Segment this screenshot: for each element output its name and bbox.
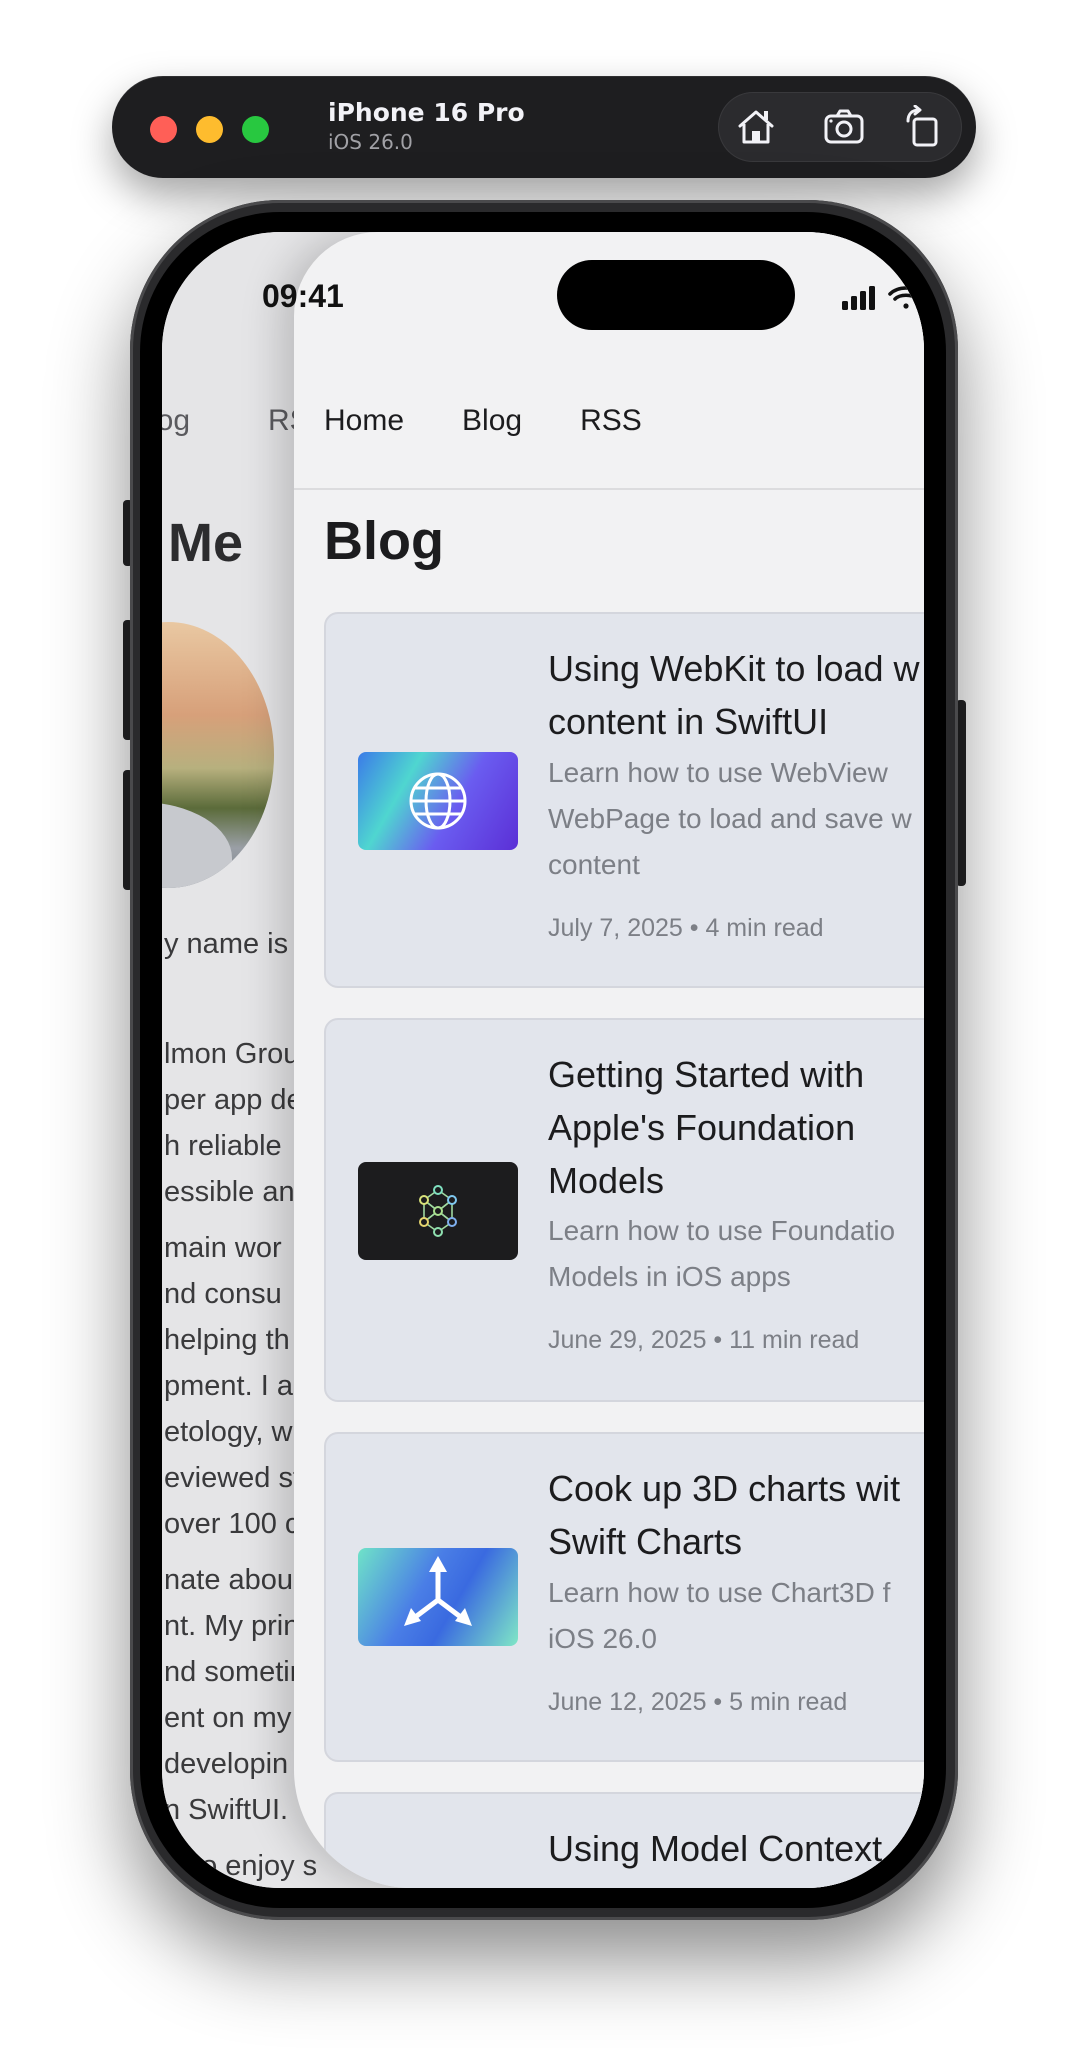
neural-network-icon (419, 1185, 457, 1237)
blog-post-card[interactable]: Using Model Context (324, 1792, 924, 1888)
bio-line: over 100 c (164, 1508, 300, 1540)
bio-line: y name is (164, 928, 289, 960)
post-description: iOS 26.0 (548, 1623, 657, 1654)
post-thumbnail (358, 1162, 518, 1260)
rotate-icon (906, 104, 938, 147)
blog-post-card[interactable]: Cook up 3D charts wit Swift Charts Learn… (324, 1432, 924, 1762)
bio-line: essible an (164, 1176, 295, 1208)
bio-line: per app de (164, 1084, 303, 1116)
bio-line: etology, wh (164, 1416, 309, 1448)
screenshot-icon (824, 109, 864, 144)
minimize-window-button[interactable] (196, 116, 223, 143)
avatar (162, 622, 274, 888)
close-window-button[interactable] (150, 116, 177, 143)
dynamic-island (557, 260, 795, 330)
rotate-button[interactable] (902, 104, 946, 149)
screenshot-button[interactable] (822, 105, 866, 149)
bio-line: developin (164, 1748, 289, 1780)
bio-line: nd consu (164, 1278, 282, 1310)
device-os-version: iOS 26.0 (328, 130, 413, 154)
bio-line: n SwiftUI. (164, 1794, 289, 1826)
post-description: Learn how to use WebView (548, 757, 888, 788)
simulator-tool-group (718, 92, 962, 162)
bio-line: ent on my (164, 1702, 292, 1734)
post-description: Models in iOS apps (548, 1261, 791, 1292)
post-title: Getting Started with (548, 1054, 865, 1095)
nav-item-home[interactable]: Home (324, 404, 404, 437)
post-description: Learn how to use Foundatio (548, 1215, 896, 1246)
bio-line: h reliable (164, 1130, 282, 1162)
bio-line: also enjoy s (164, 1850, 318, 1882)
nav-item-blog[interactable]: Blog (462, 404, 522, 437)
bio-line: nd sometir (164, 1656, 300, 1688)
blog-page: Home Blog RSS Blog Using WebKit to load w (294, 232, 924, 1888)
status-time: 09:41 (262, 278, 344, 314)
post-thumbnail (358, 1548, 518, 1646)
bio-line: lmon Grou (164, 1038, 300, 1070)
post-title: Swift Charts (548, 1521, 743, 1562)
home-button[interactable] (734, 105, 778, 149)
blog-post-card[interactable]: Using WebKit to load w content in SwiftU… (324, 612, 924, 988)
globe-icon (409, 772, 467, 830)
device-name: iPhone 16 Pro (328, 98, 525, 127)
post-thumbnail (358, 752, 518, 850)
post-description: WebPage to load and save w (548, 803, 912, 834)
post-title: Models (548, 1160, 665, 1201)
bg-page-title: Me (168, 513, 244, 573)
bio-line: helping th (164, 1324, 290, 1356)
post-description: content (548, 849, 640, 880)
post-title: Using Model Context (548, 1828, 883, 1869)
post-description: Learn how to use Chart3D f (548, 1577, 891, 1608)
home-icon (738, 110, 774, 144)
post-title: Using WebKit to load w (548, 648, 920, 689)
simulator-toolbar: iPhone 16 Pro iOS 26.0 (112, 76, 976, 178)
bio-line: main wor (164, 1232, 282, 1264)
bio-line: eviewed st (164, 1462, 302, 1494)
post-title: Apple's Foundation (548, 1107, 856, 1148)
3d-axes-icon (404, 1556, 472, 1626)
nav-item-rss[interactable]: RSS (580, 404, 642, 437)
bio-line: pment. I al (164, 1370, 300, 1402)
top-nav: Home Blog RSS (324, 404, 700, 438)
post-title: content in SwiftUI (548, 701, 829, 742)
post-meta: July 7, 2025 • 4 min read (548, 914, 824, 942)
bio-line: nt. My prin (164, 1610, 300, 1642)
blog-post-card[interactable]: Getting Started with Apple's Foundation … (324, 1018, 924, 1402)
post-title: Cook up 3D charts wit (548, 1468, 901, 1509)
zoom-window-button[interactable] (242, 116, 269, 143)
post-meta: June 12, 2025 • 5 min read (548, 1688, 848, 1716)
phone-screen: log RS Me y name is lmon Grouper app deh… (162, 232, 924, 1888)
bg-nav-item-blog[interactable]: log (162, 404, 190, 438)
page-title: Blog (324, 511, 444, 571)
nav-divider (294, 488, 924, 490)
cellular-signal-icon (842, 286, 875, 310)
wifi-icon (888, 286, 924, 309)
status-icons (842, 282, 924, 312)
post-meta: June 29, 2025 • 11 min read (548, 1326, 860, 1354)
bio-line: nate abou (164, 1564, 294, 1596)
